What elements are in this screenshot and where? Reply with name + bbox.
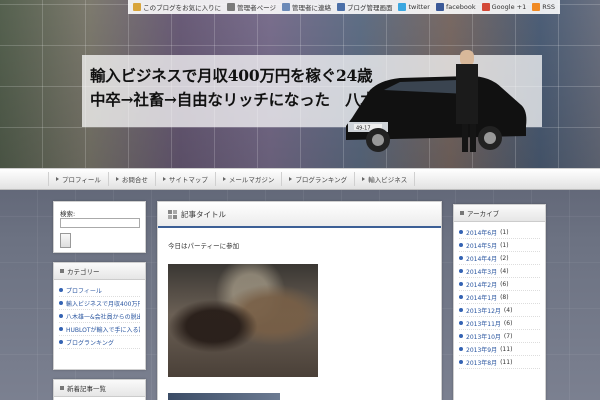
arrow-right-icon <box>56 177 59 181</box>
archive-item[interactable]: 2014年1月 (8) <box>459 291 540 304</box>
category-item[interactable]: ブログランキング <box>59 336 140 349</box>
category-list: プロフィール 輸入ビジネスで月収400万円 八木雄一&会社員からの脱出へ HUB… <box>54 280 145 353</box>
top-utility-bar: このブログをお気に入りに 管理者ページ 管理者に連絡 ブログ管理画面 twitt… <box>128 0 560 14</box>
bullet-icon <box>59 327 63 331</box>
party-photo[interactable] <box>168 264 318 377</box>
archive-item[interactable]: 2014年5月 (1) <box>459 239 540 252</box>
nav-ranking[interactable]: ブログランキング <box>281 172 354 186</box>
archive-item[interactable]: 2013年9月 (11) <box>459 343 540 356</box>
rss-link[interactable]: RSS <box>532 3 555 11</box>
bullet-icon <box>459 347 463 351</box>
user-icon <box>227 3 236 11</box>
bullet-icon <box>459 308 463 312</box>
search-button[interactable] <box>60 233 71 248</box>
twitter-icon <box>398 3 407 11</box>
arrow-right-icon <box>289 177 293 181</box>
bullet-icon <box>59 340 63 344</box>
license-plate: 49-17 <box>356 126 371 132</box>
bullet-icon <box>59 314 63 318</box>
nav-sitemap[interactable]: サイトマップ <box>154 172 215 186</box>
contact-admin-link[interactable]: 管理者に連絡 <box>281 2 331 12</box>
article-header: 記事タイトル <box>158 202 441 228</box>
bullet-icon <box>459 295 463 299</box>
google-plus-link[interactable]: Google +1 <box>481 3 526 11</box>
facebook-icon <box>435 3 444 11</box>
nav-newsletter[interactable]: メールマガジン <box>214 172 282 186</box>
recent-posts-panel: 新着記事一覧 <box>53 379 146 400</box>
monitor-icon <box>336 3 345 11</box>
rss-icon <box>532 3 541 11</box>
archive-item[interactable]: 2013年8月 (11) <box>459 356 540 369</box>
category-item[interactable]: 八木雄一&会社員からの脱出へ <box>59 310 140 323</box>
bullet-icon <box>59 288 63 292</box>
bullet-icon <box>459 282 463 286</box>
google-plus-icon <box>481 3 490 11</box>
search-input[interactable] <box>60 218 140 228</box>
limousine-car-image: 49-17 <box>346 50 527 152</box>
bullet-icon <box>459 243 463 247</box>
main-nav: プロフィール お問合せ サイトマップ メールマガジン ブログランキング 輸入ビジ… <box>0 168 600 190</box>
category-panel: カテゴリー プロフィール 輸入ビジネスで月収400万円 八木雄一&会社員からの脱… <box>53 262 146 370</box>
archive-panel: アーカイブ 2014年6月 (1) 2014年5月 (1) 2014年4月 (2) 2… <box>453 204 546 400</box>
blog-admin-link[interactable]: ブログ管理画面 <box>336 2 392 12</box>
recent-posts-header: 新着記事一覧 <box>54 380 145 397</box>
twitter-link[interactable]: twitter <box>398 3 430 11</box>
search-label: 検索: <box>60 210 76 218</box>
square-icon <box>460 211 464 215</box>
bullet-icon <box>59 301 63 305</box>
bullet-icon <box>459 321 463 325</box>
nav-contact[interactable]: お問合せ <box>107 172 155 186</box>
site-title-line1[interactable]: 輸入ビジネスで月収400万円を稼ぐ24歳 <box>90 64 373 86</box>
bullet-icon <box>459 230 463 234</box>
archive-list: 2014年6月 (1) 2014年5月 (1) 2014年4月 (2) 2014年3月… <box>454 222 545 373</box>
mail-icon <box>281 3 290 11</box>
article-heading[interactable]: 記事タイトル <box>181 209 226 220</box>
main-content: 記事タイトル 今日はパーティーに参加 <box>157 201 442 400</box>
nav-import-business[interactable]: 輸入ビジネス <box>354 172 416 186</box>
arrow-right-icon <box>222 177 226 181</box>
category-header: カテゴリー <box>54 263 145 280</box>
square-icon <box>60 269 64 273</box>
archive-item[interactable]: 2014年4月 (2) <box>459 252 540 265</box>
admin-page-link[interactable]: 管理者ページ <box>227 2 276 12</box>
square-icon <box>60 386 64 390</box>
category-item[interactable]: 輸入ビジネスで月収400万円 <box>59 297 140 310</box>
nav-profile[interactable]: プロフィール <box>48 172 108 186</box>
arrow-right-icon <box>362 177 366 181</box>
archive-item[interactable]: 2014年2月 (6) <box>459 278 540 291</box>
archive-item[interactable]: 2014年3月 (4) <box>459 265 540 278</box>
archive-item[interactable]: 2013年12月 (4) <box>459 304 540 317</box>
search-panel: 検索: <box>53 201 146 253</box>
bullet-icon <box>459 269 463 273</box>
grid-icon <box>168 209 177 219</box>
arrow-right-icon <box>162 177 166 181</box>
archive-header: アーカイブ <box>454 205 545 222</box>
archive-item[interactable]: 2013年10月 (7) <box>459 330 540 343</box>
bullet-icon <box>459 360 463 364</box>
category-item[interactable]: HUBLOTが輸入で手に入る話 <box>59 323 140 336</box>
header-banner: 輸入ビジネスで月収400万円を稼ぐ24歳 中卒→社畜→自由なリッチになった 八木… <box>0 0 600 168</box>
second-photo[interactable] <box>168 393 280 400</box>
archive-item[interactable]: 2014年6月 (1) <box>459 226 540 239</box>
post-title: 今日はパーティーに参加 <box>168 242 240 250</box>
bullet-icon <box>459 256 463 260</box>
facebook-link[interactable]: facebook <box>435 3 476 11</box>
bookmark-link[interactable]: このブログをお気に入りに <box>133 2 221 12</box>
bookmark-icon <box>133 3 142 11</box>
bullet-icon <box>459 334 463 338</box>
category-item[interactable]: プロフィール <box>59 284 140 297</box>
archive-item[interactable]: 2013年11月 (6) <box>459 317 540 330</box>
arrow-right-icon <box>115 177 119 181</box>
